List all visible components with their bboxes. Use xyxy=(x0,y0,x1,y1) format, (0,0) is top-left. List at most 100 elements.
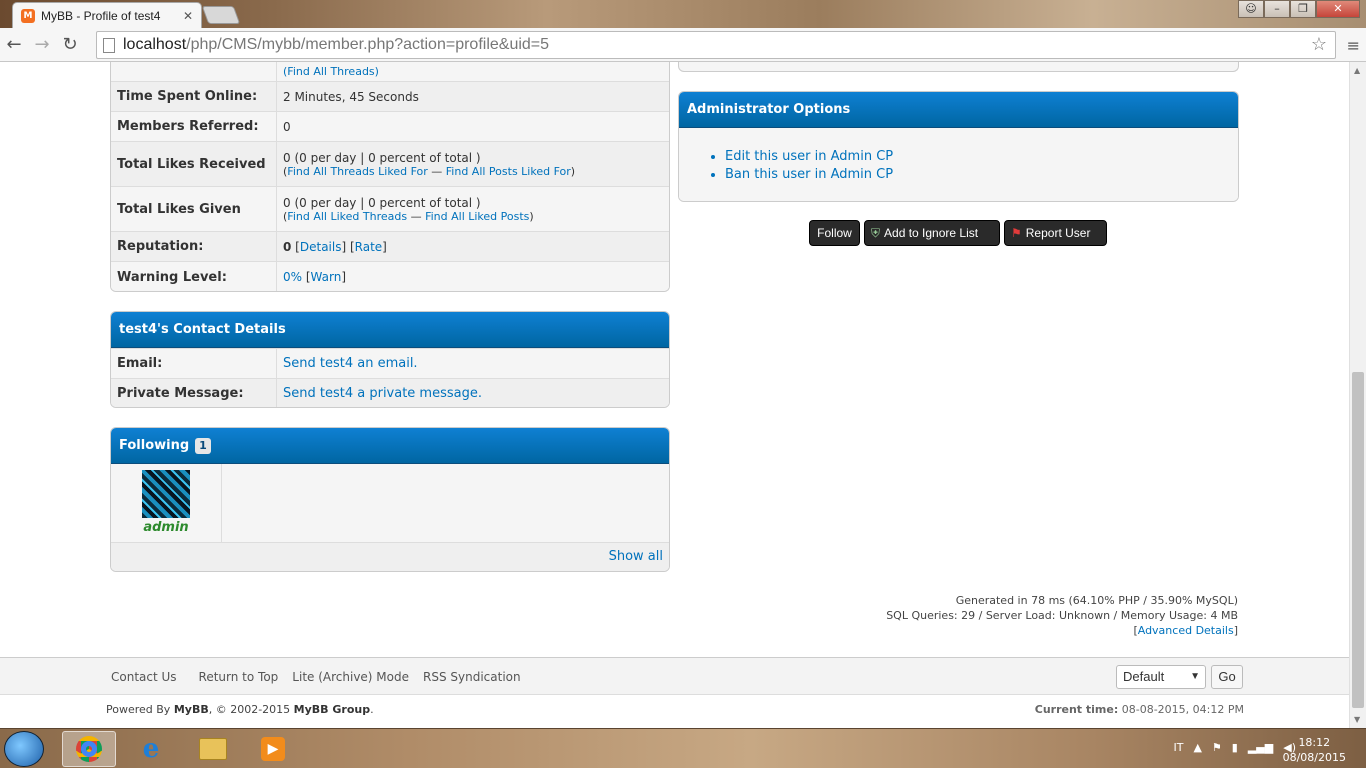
stats-key: Reputation: xyxy=(111,232,277,261)
follow-label: Follow xyxy=(817,226,852,240)
profile-stats-panel: Total Threads: (Find All Threads) Time S… xyxy=(110,62,670,292)
stats-row-time-online: Time Spent Online: 2 Minutes, 45 Seconds xyxy=(111,81,669,111)
find-posts-liked-for-link[interactable]: Find All Posts Liked For xyxy=(446,165,571,178)
edit-user-admin-link[interactable]: Edit this user in Admin CP xyxy=(725,149,893,164)
chrome-menu-icon[interactable]: ≡ xyxy=(1347,36,1360,55)
stats-key: Total Likes Given xyxy=(111,187,277,231)
debug-line-2: SQL Queries: 29 / Server Load: Unknown /… xyxy=(886,609,1238,622)
file-explorer-icon[interactable] xyxy=(186,731,240,767)
contact-row-email: Email: Send test4 an email. xyxy=(111,348,669,378)
powered-prefix: Powered By xyxy=(106,703,174,716)
contact-pm-label: Private Message: xyxy=(111,379,277,407)
minimize-button[interactable]: – xyxy=(1264,0,1290,18)
admin-option-ban[interactable]: Ban this user in Admin CP xyxy=(725,166,1238,184)
follow-button[interactable]: Follow xyxy=(809,220,860,246)
following-username[interactable]: admin xyxy=(143,520,188,535)
stats-row-members-referred: Members Referred: 0 xyxy=(111,111,669,141)
report-label: Report User xyxy=(1025,226,1091,240)
page-scrollbar[interactable]: ▲ ▼ xyxy=(1349,62,1366,728)
stats-key: Total Threads: xyxy=(111,62,277,81)
right-previous-panel xyxy=(678,62,1239,72)
network-icon[interactable]: ▮ xyxy=(1232,741,1238,754)
advanced-details-link[interactable]: Advanced Details xyxy=(1138,624,1234,637)
current-time-label: Current time: xyxy=(1034,703,1119,716)
theme-go-button[interactable]: Go xyxy=(1211,665,1243,689)
url-host: localhost xyxy=(123,36,187,53)
internet-explorer-icon[interactable]: e xyxy=(124,731,178,767)
scroll-down-icon[interactable]: ▼ xyxy=(1354,715,1360,724)
reputation-details-link[interactable]: Details xyxy=(300,240,342,254)
following-users: admin xyxy=(111,464,669,542)
tab-close-icon[interactable]: ✕ xyxy=(183,9,193,23)
stats-row-likes-given: Total Likes Given 0 (0 per day | 0 perce… xyxy=(111,186,669,231)
maximize-button[interactable]: ❐ xyxy=(1290,0,1316,18)
bookmark-star-icon[interactable]: ☆ xyxy=(1311,34,1327,55)
user-icon[interactable]: ☺ xyxy=(1238,0,1264,18)
stats-row-likes-received: Total Likes Received 0 (0 per day | 0 pe… xyxy=(111,141,669,186)
following-footer: Show all xyxy=(111,542,669,571)
language-indicator[interactable]: IT xyxy=(1173,741,1183,754)
chrome-taskbar-icon[interactable] xyxy=(62,731,116,767)
start-button[interactable] xyxy=(4,731,44,767)
stats-row-warning-level: Warning Level: 0% [Warn] xyxy=(111,261,669,291)
find-liked-threads-link[interactable]: Find All Liked Threads xyxy=(287,210,407,223)
stats-row-total-threads: Total Threads: (Find All Threads) xyxy=(111,62,669,81)
reload-icon[interactable]: ↻ xyxy=(56,34,84,55)
scrollbar-thumb[interactable] xyxy=(1352,372,1364,708)
lite-mode-link[interactable]: Lite (Archive) Mode xyxy=(292,670,409,684)
following-count-badge: 1 xyxy=(195,437,211,454)
admin-options-title: Administrator Options xyxy=(687,102,851,117)
reputation-rate-link[interactable]: Rate xyxy=(355,240,383,254)
find-liked-posts-link[interactable]: Find All Liked Posts xyxy=(425,210,529,223)
new-tab-button[interactable] xyxy=(201,6,241,24)
scroll-up-icon[interactable]: ▲ xyxy=(1354,66,1360,75)
tray-expand-icon[interactable]: ▲ xyxy=(1193,741,1201,754)
close-window-button[interactable]: ✕ xyxy=(1316,0,1360,18)
forward-arrow-icon[interactable]: → xyxy=(28,34,56,55)
send-pm-link[interactable]: Send test4 a private message. xyxy=(283,386,663,401)
theme-select-value: Default xyxy=(1123,669,1165,684)
return-to-top-link[interactable]: Return to Top xyxy=(199,670,279,684)
signal-icon[interactable]: ▂▄▆ xyxy=(1248,741,1273,754)
browser-toolbar: ← → ↻ localhost/php/CMS/mybb/member.php?… xyxy=(0,28,1366,62)
browser-tab[interactable]: M MyBB - Profile of test4 ✕ xyxy=(12,2,202,28)
chevron-down-icon: ▼ xyxy=(1190,671,1200,682)
clock-date: 08/08/2015 xyxy=(1282,751,1346,764)
media-player-icon[interactable]: ▶ xyxy=(246,731,300,767)
find-threads-liked-for-link[interactable]: Find All Threads Liked For xyxy=(287,165,427,178)
stats-row-reputation: Reputation: 0 [Details] [Rate] xyxy=(111,231,669,261)
stats-key: Total Likes Received xyxy=(111,142,277,186)
warn-link[interactable]: Warn xyxy=(311,270,342,284)
send-email-link[interactable]: Send test4 an email. xyxy=(283,356,663,371)
find-all-threads-link[interactable]: (Find All Threads) xyxy=(283,65,663,78)
stats-value: 0 (0 per day | 0 percent of total ) xyxy=(283,150,481,165)
copyright: Powered By MyBB, © 2002-2015 MyBB Group. xyxy=(106,703,374,716)
report-user-button[interactable]: ⚑ Report User xyxy=(1004,220,1107,246)
show-all-link[interactable]: Show all xyxy=(609,549,663,564)
system-tray: IT ▲ ⚑ ▮ ▂▄▆ ◀) xyxy=(1173,741,1296,754)
following-user-card[interactable]: admin xyxy=(111,464,222,542)
contact-us-link[interactable]: Contact Us xyxy=(111,670,177,684)
stats-value: 2 Minutes, 45 Seconds xyxy=(283,89,419,104)
mybb-group-link[interactable]: MyBB Group xyxy=(294,703,370,716)
debug-info: Generated in 78 ms (64.10% PHP / 35.90% … xyxy=(886,594,1238,637)
admin-avatar[interactable] xyxy=(142,470,190,518)
contact-details-title: test4's Contact Details xyxy=(119,322,286,337)
theme-select[interactable]: Default ▼ xyxy=(1116,665,1206,689)
mybb-link[interactable]: MyBB xyxy=(174,703,209,716)
add-to-ignore-list-button[interactable]: ⛨ Add to Ignore List xyxy=(864,220,1000,246)
address-bar[interactable]: localhost/php/CMS/mybb/member.php?action… xyxy=(96,31,1336,59)
rss-syndication-link[interactable]: RSS Syndication xyxy=(423,670,521,684)
contact-email-label: Email: xyxy=(111,349,277,378)
clock-time: 18:12 xyxy=(1298,736,1331,749)
warning-level-link[interactable]: 0% xyxy=(283,270,302,284)
current-time-value: 08-08-2015, 04:12 PM xyxy=(1121,703,1244,716)
admin-option-edit[interactable]: Edit this user in Admin CP xyxy=(725,148,1238,166)
footer-links: Contact Us Return to Top Lite (Archive) … xyxy=(111,670,521,684)
ban-user-admin-link[interactable]: Ban this user in Admin CP xyxy=(725,167,893,182)
action-center-flag-icon[interactable]: ⚑ xyxy=(1212,741,1222,754)
windows-taskbar: e ▶ IT ▲ ⚑ ▮ ▂▄▆ ◀) 18:12 08/08/2015 xyxy=(0,728,1366,768)
back-arrow-icon[interactable]: ← xyxy=(0,34,28,55)
taskbar-clock[interactable]: 18:12 08/08/2015 xyxy=(1283,735,1346,765)
powered-end: . xyxy=(370,703,374,716)
